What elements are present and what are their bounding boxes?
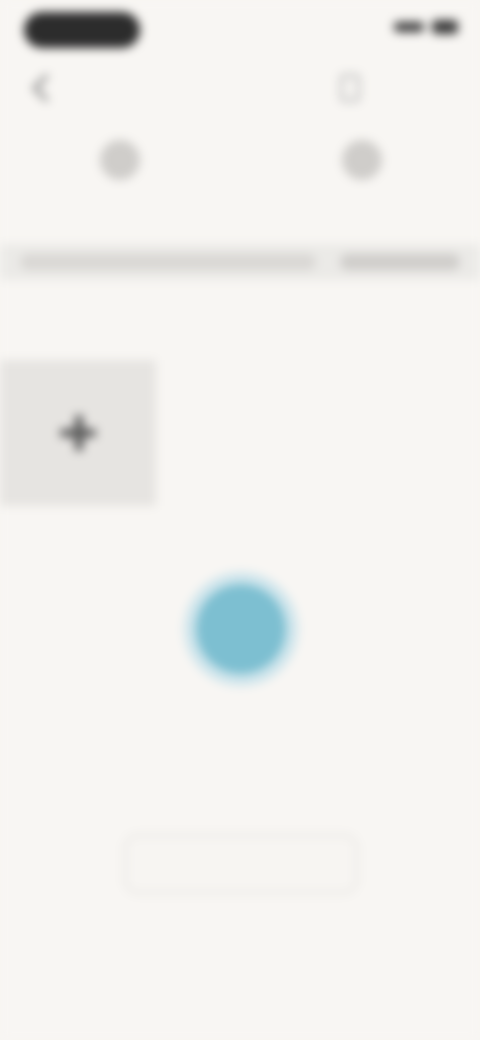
back-icon[interactable]	[31, 73, 61, 103]
device-icon[interactable]	[340, 74, 360, 102]
page-header	[0, 56, 480, 116]
app-screen	[0, 0, 480, 1040]
signal-icon	[394, 22, 424, 32]
tab-left-label	[40, 200, 200, 216]
segment-right[interactable]	[340, 254, 460, 270]
tab-right-label	[282, 200, 442, 216]
empty-state-button[interactable]	[124, 834, 358, 894]
battery-icon	[432, 20, 458, 34]
empty-state-icon	[196, 584, 286, 674]
page-subtitle	[170, 90, 290, 104]
status-indicators	[394, 20, 458, 34]
segment-left[interactable]	[20, 254, 316, 270]
segment-bar	[0, 244, 480, 280]
page-title	[178, 64, 288, 84]
status-bar-pill	[24, 12, 140, 48]
tab-left-icon	[100, 140, 140, 180]
tab-right-icon	[342, 140, 382, 180]
tab-right[interactable]	[282, 140, 442, 216]
add-tile[interactable]	[0, 360, 156, 506]
plus-icon	[60, 415, 96, 451]
tab-left[interactable]	[40, 140, 200, 216]
